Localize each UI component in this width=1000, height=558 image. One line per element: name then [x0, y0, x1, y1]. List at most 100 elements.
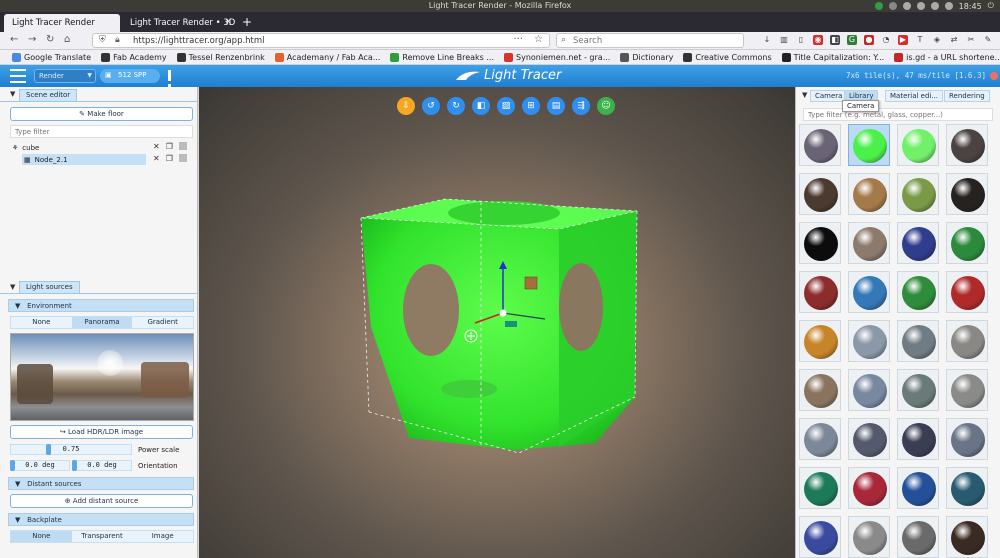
- bookmark-item[interactable]: Google Translate: [12, 52, 91, 62]
- bookmark-item[interactable]: is.gd - a URL shortene...: [894, 52, 1000, 62]
- hamburger-menu-icon[interactable]: [10, 69, 26, 83]
- adblock-icon[interactable]: ◉: [813, 35, 823, 45]
- privacy-icon[interactable]: ●: [864, 35, 874, 45]
- material-swatch[interactable]: [897, 320, 939, 362]
- material-swatch[interactable]: [799, 173, 841, 215]
- duplicate-icon[interactable]: ❐: [166, 142, 173, 151]
- split-view-icon[interactable]: ◧: [472, 97, 490, 115]
- colorpicker-icon[interactable]: ✎: [983, 35, 993, 45]
- render-viewport[interactable]: ⇩ ↺ ↻ ◧ ▨ ⊞ ▤ ⇶ ☺: [199, 87, 795, 558]
- visibility-toggle[interactable]: [178, 154, 187, 162]
- render-mode-select[interactable]: Render ▼: [34, 69, 96, 83]
- new-tab-icon[interactable]: +: [242, 15, 252, 29]
- extension-icon[interactable]: ◧: [830, 35, 840, 45]
- tree-node-cube[interactable]: ⚘ cube: [12, 142, 152, 153]
- backplate-option-transparent[interactable]: Transparent: [71, 531, 133, 542]
- material-swatch[interactable]: [799, 320, 841, 362]
- bookmark-item[interactable]: Remove Line Breaks ...: [390, 52, 494, 62]
- orientation-slider-a[interactable]: 0.0 deg: [10, 460, 70, 471]
- delete-icon[interactable]: ✕: [153, 142, 160, 151]
- search-input[interactable]: [573, 35, 733, 47]
- material-swatch[interactable]: [897, 467, 939, 509]
- power-scale-slider[interactable]: 0.75: [10, 444, 132, 455]
- material-filter-input[interactable]: [803, 108, 993, 121]
- share-icon[interactable]: ⇶: [572, 97, 590, 115]
- material-swatch[interactable]: [897, 271, 939, 313]
- tab-material-editor[interactable]: Material edi...: [885, 90, 944, 102]
- bookmark-item[interactable]: Title Capitalization: Y...: [781, 52, 884, 62]
- backplate-section-header[interactable]: ▼ Backplate: [8, 513, 194, 526]
- undo-icon[interactable]: ↺: [422, 97, 440, 115]
- material-swatch[interactable]: [848, 222, 890, 264]
- material-swatch[interactable]: [946, 173, 988, 215]
- material-swatch[interactable]: [946, 320, 988, 362]
- tab-light-sources[interactable]: Light sources: [19, 281, 80, 293]
- distant-sources-section-header[interactable]: ▼ Distant sources: [8, 477, 194, 490]
- tab-light-tracer[interactable]: Light Tracer Render: [4, 14, 120, 32]
- make-floor-button[interactable]: ✎ Make floor: [10, 107, 193, 121]
- battery-icon[interactable]: [930, 2, 939, 10]
- download-icon[interactable]: ↓: [762, 35, 772, 45]
- material-swatch[interactable]: [946, 222, 988, 264]
- material-swatch[interactable]: [799, 516, 841, 558]
- tree-node-node-2-1[interactable]: ▦ Node_2.1: [22, 154, 146, 165]
- tab-light-tracer-3d[interactable]: Light Tracer Render • 3D Re ×: [122, 14, 238, 32]
- pause-icon[interactable]: [168, 70, 176, 95]
- arrow-left-icon[interactable]: ←: [10, 34, 18, 45]
- orientation-slider-b[interactable]: 0.0 deg: [72, 460, 132, 471]
- image-icon[interactable]: ▨: [497, 97, 515, 115]
- url-bar[interactable]: ⛨ 🔒︎ https://lighttracer.org/app.html ··…: [92, 33, 550, 48]
- bookmark-item[interactable]: Fab Academy: [101, 52, 167, 62]
- search-bar[interactable]: ⌕: [556, 33, 744, 48]
- material-swatch[interactable]: [946, 271, 988, 313]
- env-option-none[interactable]: None: [11, 317, 72, 328]
- url-text[interactable]: https://lighttracer.org/app.html: [133, 36, 265, 46]
- collapse-icon[interactable]: ▼: [802, 91, 807, 99]
- material-swatch[interactable]: [897, 222, 939, 264]
- spp-indicator[interactable]: ▣ 512 SPP: [100, 69, 160, 83]
- shield-icon[interactable]: ⛨: [99, 35, 106, 45]
- material-swatch[interactable]: [897, 369, 939, 411]
- arrow-right-icon[interactable]: →: [28, 34, 36, 45]
- material-swatch[interactable]: [946, 516, 988, 558]
- dropbox-icon[interactable]: [888, 2, 897, 10]
- status-check-icon[interactable]: [874, 2, 883, 10]
- keyboard-icon[interactable]: [902, 2, 911, 10]
- bookmark-item[interactable]: Academany / Fab Aca...: [274, 52, 380, 62]
- material-swatch[interactable]: [799, 222, 841, 264]
- env-option-gradient[interactable]: Gradient: [132, 317, 194, 328]
- env-option-panorama[interactable]: Panorama: [71, 317, 133, 328]
- material-swatch[interactable]: [799, 369, 841, 411]
- environment-panorama-preview[interactable]: [10, 333, 194, 421]
- material-swatch[interactable]: [848, 124, 890, 166]
- add-distant-source-button[interactable]: ⊕ Add distant source: [10, 494, 193, 508]
- collapse-icon[interactable]: ▼: [10, 90, 15, 98]
- material-swatch[interactable]: [848, 271, 890, 313]
- power-icon[interactable]: ⏻: [988, 1, 994, 11]
- network-icon[interactable]: [916, 2, 925, 10]
- tab-scene-editor[interactable]: Scene editor: [19, 89, 78, 101]
- power-scale-handle[interactable]: [46, 444, 51, 455]
- close-icon[interactable]: [990, 72, 998, 80]
- delete-icon[interactable]: ✕: [153, 154, 160, 163]
- material-swatch[interactable]: [848, 418, 890, 460]
- discord-icon[interactable]: ☺: [597, 97, 615, 115]
- bookmark-item[interactable]: Creative Commons: [683, 52, 772, 62]
- material-swatch[interactable]: [848, 320, 890, 362]
- volume-icon[interactable]: [944, 2, 953, 10]
- material-swatch[interactable]: [848, 467, 890, 509]
- bookmark-item[interactable]: Synoniemen.net - gra...: [504, 52, 610, 62]
- ghostery-icon[interactable]: ◔: [881, 35, 891, 45]
- material-swatch[interactable]: [799, 124, 841, 166]
- load-hdr-button[interactable]: ↪ Load HDR/LDR image: [10, 425, 193, 439]
- page-actions-icon[interactable]: ···: [513, 34, 523, 45]
- collapse-icon[interactable]: ▼: [10, 283, 15, 291]
- library-icon[interactable]: ▥: [779, 35, 789, 45]
- pocket-icon[interactable]: ◈: [932, 35, 942, 45]
- material-swatch[interactable]: [946, 124, 988, 166]
- home-icon[interactable]: ⌂: [64, 34, 70, 45]
- backplate-option-image[interactable]: Image: [132, 531, 194, 542]
- backplate-option-none[interactable]: None: [11, 531, 72, 542]
- orientation-handle-a[interactable]: [10, 460, 15, 471]
- book-icon[interactable]: ▤: [547, 97, 565, 115]
